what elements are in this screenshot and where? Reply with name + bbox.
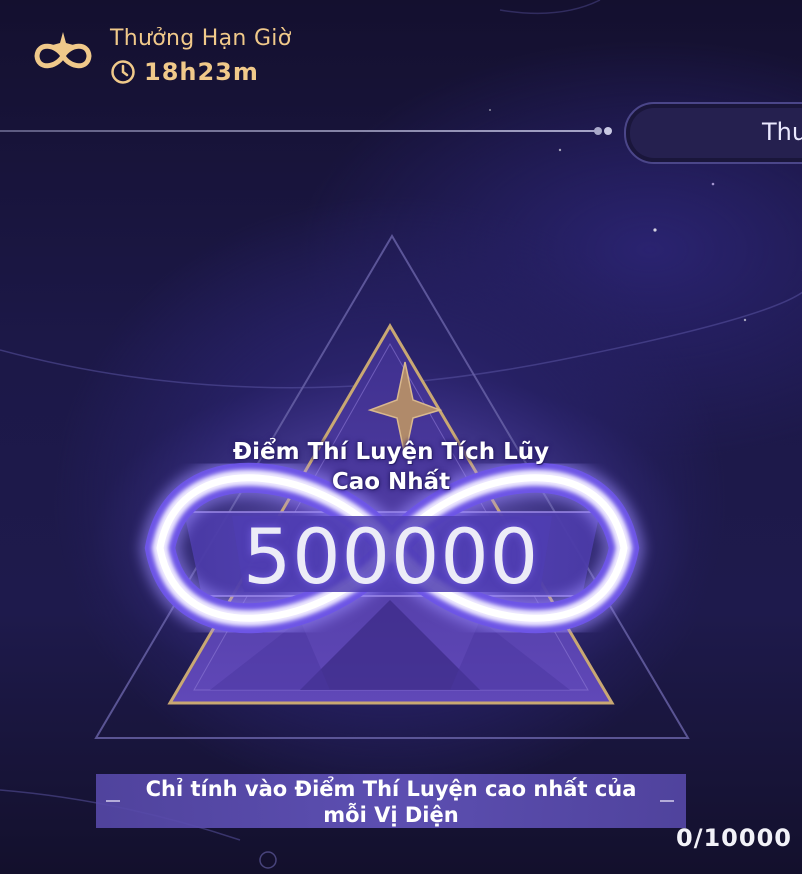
tab-button[interactable]: Thư (624, 102, 802, 164)
score-value: 500000 (242, 512, 540, 601)
divider-dot (604, 127, 612, 135)
progress-count: 0/10000 (676, 824, 792, 852)
divider-dot (594, 127, 602, 135)
score-title-line2: Cao Nhất (331, 469, 451, 495)
note-line2: mỗi Vị Diện (323, 803, 459, 827)
note-dash-left (106, 800, 120, 802)
event-timer: 18h23m (110, 58, 259, 86)
score-title-line1: Điểm Thí Luyện Tích Lũy (232, 439, 550, 465)
note-dash-right (660, 800, 674, 802)
note-text: Chỉ tính vào Điểm Thí Luyện cao nhất của… (126, 776, 656, 828)
timer-value: 18h23m (144, 58, 259, 86)
event-title: Thưởng Hạn Giờ (110, 26, 292, 51)
note-banner: Chỉ tính vào Điểm Thí Luyện cao nhất của… (96, 774, 686, 828)
clock-icon (111, 60, 135, 84)
header-divider (0, 130, 600, 132)
infinity-star-emblem-icon (34, 32, 92, 69)
note-line1: Chỉ tính vào Điểm Thí Luyện cao nhất của (145, 777, 637, 801)
tab-label: Thư (762, 118, 802, 146)
score-title: Điểm Thí Luyện Tích Lũy Cao Nhất (200, 437, 582, 497)
